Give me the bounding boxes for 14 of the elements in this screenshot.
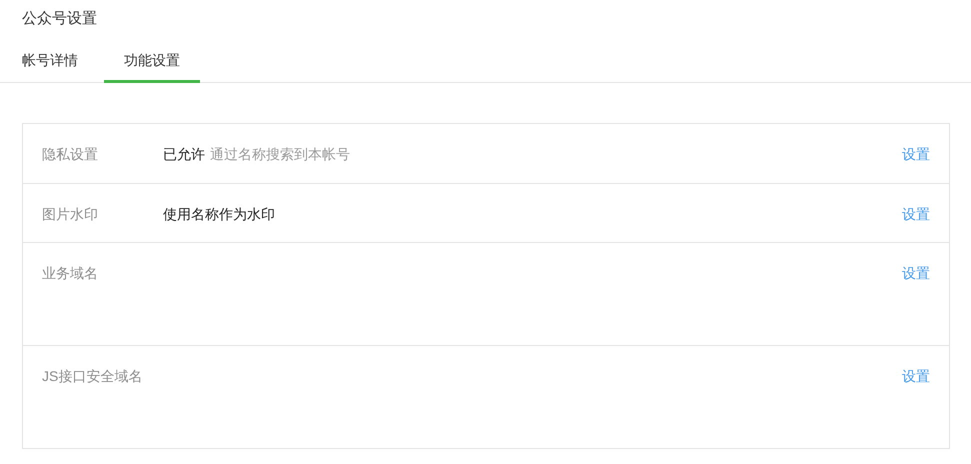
setting-value: 已允许 [163, 145, 205, 164]
setting-note: 通过名称搜索到本帐号 [210, 145, 350, 164]
setting-label: 隐私设置 [42, 145, 99, 164]
tab[interactable]: 帐号详情 [22, 50, 104, 83]
setting-label: 业务域名 [42, 264, 99, 283]
tab[interactable]: 功能设置 [104, 50, 200, 83]
settings-link[interactable]: 设置 [902, 144, 930, 164]
setting-label: 图片水印 [42, 205, 99, 224]
settings-link[interactable]: 设置 [902, 366, 930, 386]
setting-label: JS接口安全域名 [42, 367, 144, 386]
settings-link[interactable]: 设置 [902, 204, 930, 224]
settings-link[interactable]: 设置 [902, 263, 930, 283]
setting-value: 使用名称作为水印 [163, 205, 275, 224]
page-title: 公众号设置 [22, 9, 97, 29]
